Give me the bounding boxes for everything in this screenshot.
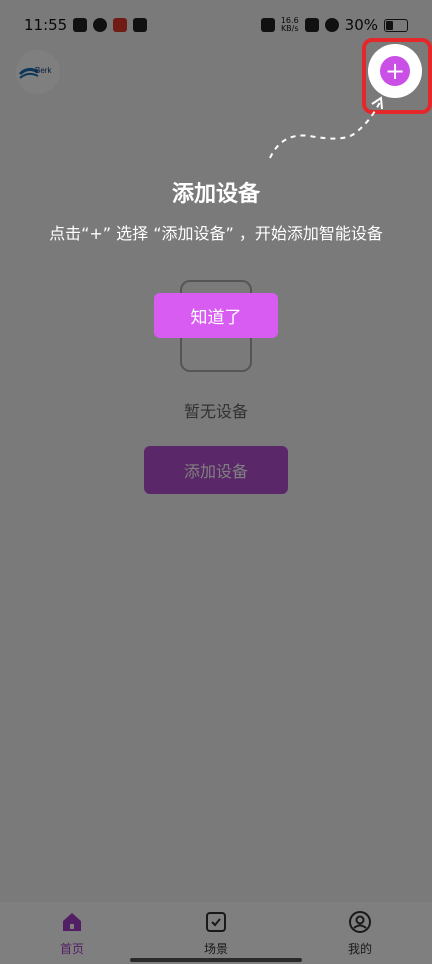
guide-arrow-icon xyxy=(269,96,383,159)
guide-title: 添加设备 xyxy=(171,182,260,207)
plus-icon: + xyxy=(380,56,410,86)
got-it-button[interactable]: 知道了 xyxy=(154,293,278,338)
guide-description: 点击“+” 选择 “添加设备” ，开始添加智能设备 xyxy=(49,224,383,243)
plus-button[interactable]: + xyxy=(368,44,422,98)
